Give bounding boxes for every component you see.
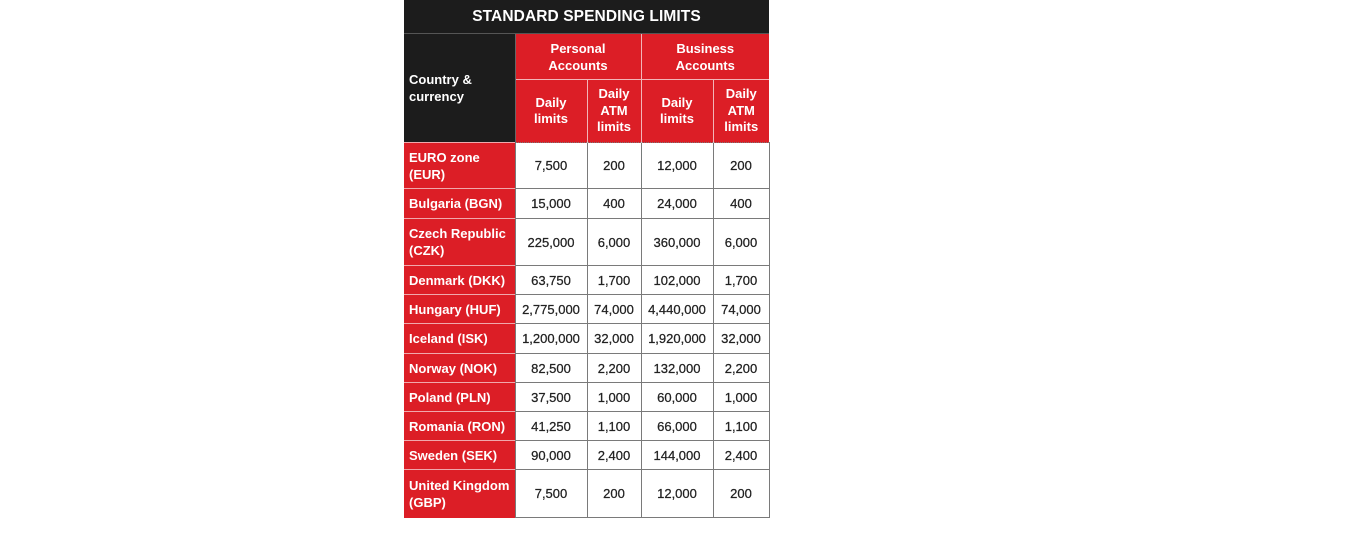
limit-value-cell: 1,000 — [586, 382, 642, 412]
country-cell: EURO zone (EUR) — [404, 142, 515, 189]
limit-value-cell: 12,000 — [640, 469, 714, 518]
limit-value-cell: 360,000 — [640, 218, 714, 266]
limit-value-cell: 2,775,000 — [514, 294, 588, 324]
country-currency-header: Country & currency — [404, 34, 516, 143]
table-row: Sweden (SEK) 90,000 2,400 144,000 2,400 — [404, 440, 770, 470]
limit-value-cell: 200 — [586, 142, 642, 189]
personal-daily-limits-header: Daily limits — [514, 79, 587, 143]
country-cell: Czech Republic (CZK) — [404, 218, 515, 266]
limit-value-cell: 1,700 — [586, 265, 642, 295]
limit-value-cell: 60,000 — [640, 382, 714, 412]
limit-value-cell: 82,500 — [514, 353, 588, 383]
limit-value-cell: 32,000 — [712, 323, 770, 354]
limit-value-cell: 225,000 — [514, 218, 588, 266]
personal-accounts-label: Personal Accounts — [548, 40, 608, 73]
limit-value-cell: 200 — [586, 469, 642, 518]
limit-value-cell: 400 — [712, 188, 770, 219]
business-accounts-header: Business Accounts — [640, 34, 769, 80]
personal-daily-atm-limits-header: Daily ATM limits — [586, 79, 641, 143]
country-cell: Bulgaria (BGN) — [404, 188, 515, 219]
country-cell: United Kingdom (GBP) — [404, 469, 515, 518]
limit-value-cell: 200 — [712, 142, 770, 189]
table-row: EURO zone (EUR) 7,500 200 12,000 200 — [404, 142, 770, 189]
limit-value-cell: 1,100 — [586, 411, 642, 441]
limit-value-cell: 4,440,000 — [640, 294, 714, 324]
limit-value-cell: 63,750 — [514, 265, 588, 295]
business-daily-limits-header: Daily limits — [640, 79, 713, 143]
limit-value-cell: 2,200 — [712, 353, 770, 383]
table-row: Bulgaria (BGN) 15,000 400 24,000 400 — [404, 188, 770, 219]
limit-value-cell: 1,200,000 — [514, 323, 588, 354]
country-cell: Iceland (ISK) — [404, 323, 515, 354]
business-accounts-label: Business Accounts — [675, 40, 735, 73]
limit-value-cell: 90,000 — [514, 440, 588, 470]
limit-value-cell: 2,400 — [586, 440, 642, 470]
limit-value-cell: 12,000 — [640, 142, 714, 189]
table-body: EURO zone (EUR) 7,500 200 12,000 200 Bulgaria… — [404, 142, 770, 518]
limit-value-cell: 1,000 — [712, 382, 770, 412]
table-row: Iceland (ISK) 1,200,000 32,000 1,920,000 32,… — [404, 323, 770, 354]
limit-value-cell: 2,400 — [712, 440, 770, 470]
subcolumn-label: Daily limits — [534, 94, 568, 127]
limit-value-cell: 132,000 — [640, 353, 714, 383]
country-cell: Hungary (HUF) — [404, 294, 515, 324]
limit-value-cell: 32,000 — [586, 323, 642, 354]
limit-value-cell: 102,000 — [640, 265, 714, 295]
country-currency-label: Country & currency — [409, 72, 472, 104]
country-cell: Denmark (DKK) — [404, 265, 515, 295]
country-cell: Poland (PLN) — [404, 382, 515, 412]
country-cell: Norway (NOK) — [404, 353, 515, 383]
spending-limits-table: Country & currency Personal Accounts Bus… — [404, 34, 770, 518]
limit-value-cell: 6,000 — [586, 218, 642, 266]
limit-value-cell: 66,000 — [640, 411, 714, 441]
limit-value-cell: 400 — [586, 188, 642, 219]
limit-value-cell: 1,100 — [712, 411, 770, 441]
limit-value-cell: 7,500 — [514, 469, 588, 518]
limit-value-cell: 7,500 — [514, 142, 588, 189]
table-row: United Kingdom (GBP) 7,500 200 12,000 200 — [404, 469, 770, 518]
personal-accounts-header: Personal Accounts — [514, 34, 641, 80]
limit-value-cell: 2,200 — [586, 353, 642, 383]
subcolumn-label: Daily limits — [660, 94, 694, 127]
table-row: Denmark (DKK) 63,750 1,700 102,000 1,700 — [404, 265, 770, 295]
table-row: Norway (NOK) 82,500 2,200 132,000 2,200 — [404, 353, 770, 383]
subcolumn-label: Daily ATM limits — [724, 86, 759, 135]
limit-value-cell: 41,250 — [514, 411, 588, 441]
limit-value-cell: 37,500 — [514, 382, 588, 412]
table-row: Poland (PLN) 37,500 1,000 60,000 1,000 — [404, 382, 770, 412]
table-row: Hungary (HUF) 2,775,000 74,000 4,440,000 74,… — [404, 294, 770, 324]
limit-value-cell: 15,000 — [514, 188, 588, 219]
country-cell: Romania (RON) — [404, 411, 515, 441]
country-cell: Sweden (SEK) — [404, 440, 515, 470]
limit-value-cell: 74,000 — [586, 294, 642, 324]
limit-value-cell: 144,000 — [640, 440, 714, 470]
business-daily-atm-limits-header: Daily ATM limits — [712, 79, 769, 143]
limit-value-cell: 6,000 — [712, 218, 770, 266]
limit-value-cell: 1,700 — [712, 265, 770, 295]
spending-limits-table-container: STANDARD SPENDING LIMITS Country & curre… — [404, 0, 770, 518]
limit-value-cell: 24,000 — [640, 188, 714, 219]
subcolumn-label: Daily ATM limits — [597, 86, 631, 135]
table-title: STANDARD SPENDING LIMITS — [404, 0, 769, 34]
limit-value-cell: 200 — [712, 469, 770, 518]
table-row: Czech Republic (CZK) 225,000 6,000 360,000 6… — [404, 218, 770, 266]
limit-value-cell: 74,000 — [712, 294, 770, 324]
limit-value-cell: 1,920,000 — [640, 323, 714, 354]
table-row: Romania (RON) 41,250 1,100 66,000 1,100 — [404, 411, 770, 441]
